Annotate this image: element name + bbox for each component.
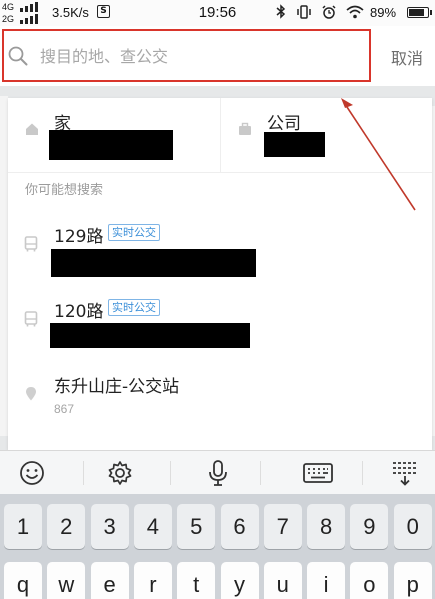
bluetooth-icon <box>276 4 286 19</box>
key-y[interactable]: y <box>220 562 259 599</box>
status-icons <box>276 4 364 21</box>
keyboard-icon <box>303 463 333 483</box>
company-label: 公司 <box>267 114 301 134</box>
location-pin-icon <box>26 387 36 401</box>
realtime-bus-tag: 实时公交 <box>108 299 160 316</box>
battery-level-fill <box>409 9 425 16</box>
key-u[interactable]: u <box>263 562 302 599</box>
redacted-company-address <box>264 132 325 157</box>
key-o[interactable]: o <box>350 562 389 599</box>
redacted-route-info <box>51 249 256 277</box>
suggestion-item[interactable]: 东升山庄-公交站 867 <box>8 366 432 426</box>
redacted-route-info <box>50 323 250 348</box>
toolbar-divider <box>83 461 84 485</box>
vibrate-icon <box>297 5 311 19</box>
battery-icon <box>407 7 432 18</box>
key-r[interactable]: r <box>133 562 172 599</box>
settings-button[interactable] <box>90 451 150 495</box>
suggestion-subtitle: 867 <box>54 402 75 416</box>
search-box[interactable] <box>2 29 371 82</box>
status-bar: 4G 2G 3.5K/s S 19:56 89% <box>0 0 435 26</box>
key-5[interactable]: 5 <box>177 504 216 549</box>
suggestion-title: 120路 <box>54 302 104 322</box>
redacted-home-address <box>49 130 173 160</box>
search-icon <box>8 46 28 66</box>
key-q[interactable]: q <box>4 562 42 599</box>
key-e[interactable]: e <box>90 562 129 599</box>
emoji-button[interactable] <box>2 451 62 495</box>
suggestion-item[interactable]: 129路 实时公交 <box>8 216 432 284</box>
hide-keyboard-button[interactable] <box>375 451 435 495</box>
key-t[interactable]: t <box>177 562 216 599</box>
key-0[interactable]: 0 <box>393 504 432 549</box>
key-8[interactable]: 8 <box>307 504 346 549</box>
key-7[interactable]: 7 <box>263 504 302 549</box>
bus-icon <box>24 311 38 327</box>
suggestion-section-title: 你可能想搜索 <box>25 183 104 198</box>
collapse-keyboard-icon <box>393 462 417 486</box>
battery-percent: 89% <box>370 5 397 20</box>
search-input[interactable] <box>40 43 340 69</box>
toolbar-divider <box>362 461 363 485</box>
key-3[interactable]: 3 <box>90 504 129 549</box>
key-w[interactable]: w <box>47 562 86 599</box>
keyboard-toolbar <box>0 450 435 494</box>
suggestion-item[interactable]: 120路 实时公交 <box>8 291 432 359</box>
key-p[interactable]: p <box>393 562 432 599</box>
realtime-bus-tag: 实时公交 <box>108 224 160 241</box>
toolbar-divider <box>170 461 171 485</box>
home-shortcut[interactable]: 家 <box>8 98 220 173</box>
alarm-icon <box>322 5 336 19</box>
key-1[interactable]: 1 <box>4 504 42 549</box>
settings-gear-icon <box>108 461 132 485</box>
suggestion-title: 129路 <box>54 227 104 247</box>
keyboard-switch-button[interactable] <box>288 451 348 495</box>
company-shortcut[interactable]: 公司 <box>220 98 432 173</box>
wifi-icon <box>346 5 364 19</box>
search-header: 取消 <box>0 26 435 86</box>
voice-input-button[interactable] <box>188 451 248 495</box>
shortcut-row: 家 公司 <box>8 98 432 173</box>
suggestion-panel: 家 公司 你可能想搜索 129路 实时公交 120路 实时公交 东升山庄-公交站… <box>8 98 432 450</box>
keyboard-keys: 1234567890 qwertyuiop <box>0 494 435 599</box>
toolbar-divider <box>260 461 261 485</box>
briefcase-icon <box>239 122 251 135</box>
bus-icon <box>24 236 38 252</box>
key-6[interactable]: 6 <box>220 504 259 549</box>
key-9[interactable]: 9 <box>350 504 389 549</box>
microphone-icon <box>209 460 227 486</box>
home-icon <box>26 123 38 135</box>
suggestion-title: 东升山庄-公交站 <box>54 377 180 397</box>
emoji-icon <box>20 461 44 485</box>
cancel-button[interactable]: 取消 <box>391 45 423 69</box>
key-4[interactable]: 4 <box>133 504 172 549</box>
key-i[interactable]: i <box>307 562 346 599</box>
key-2[interactable]: 2 <box>47 504 86 549</box>
